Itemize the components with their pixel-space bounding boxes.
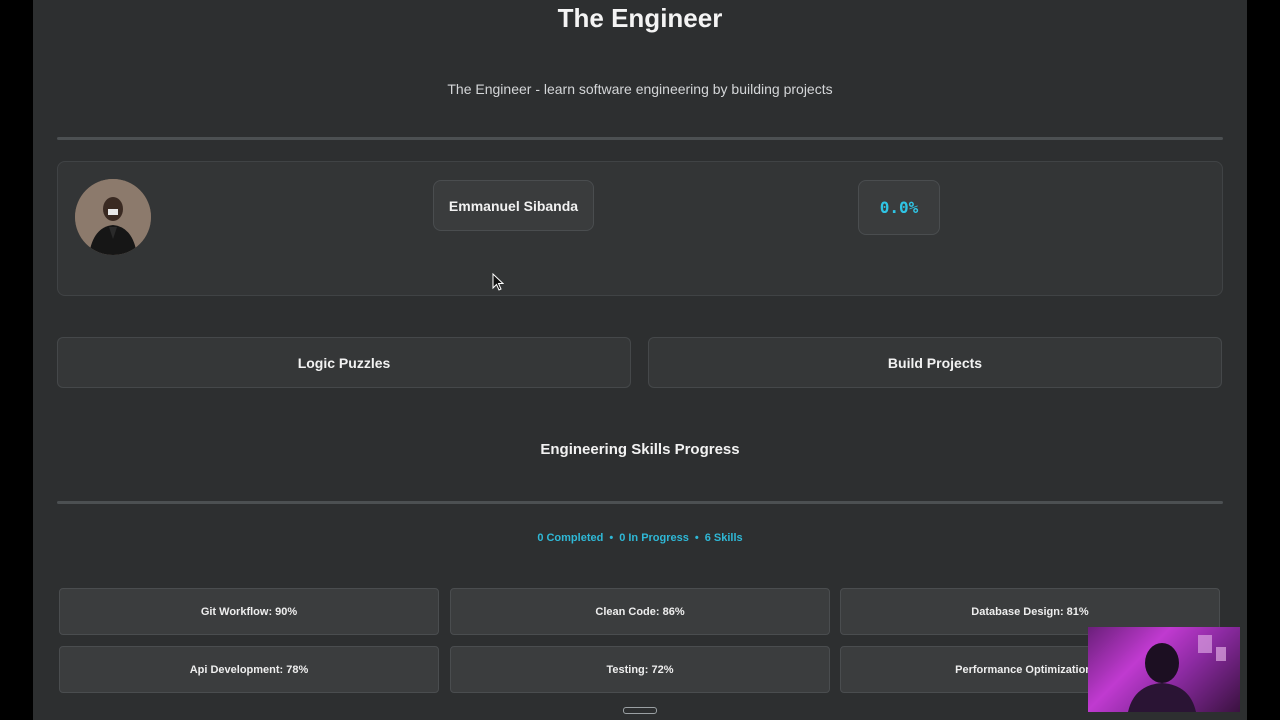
completed-count: 0 Completed: [537, 532, 604, 544]
avatar[interactable]: [75, 179, 151, 255]
skills-stats: 0 Completed • 0 In Progress • 6 Skills: [33, 532, 1247, 544]
skill-card-api-development[interactable]: Api Development: 78%: [59, 646, 439, 693]
skill-card-clean-code[interactable]: Clean Code: 86%: [450, 588, 830, 635]
scroll-handle[interactable]: [623, 707, 657, 714]
app-window: The Engineer The Engineer - learn softwa…: [33, 0, 1247, 720]
webcam-person-icon: [1128, 635, 1226, 712]
stats-separator: •: [694, 532, 699, 544]
skills-divider: [57, 501, 1223, 504]
logic-puzzles-button[interactable]: Logic Puzzles: [57, 337, 631, 388]
page-subtitle: The Engineer - learn software engineerin…: [447, 81, 833, 97]
user-name-badge: Emmanuel Sibanda: [433, 180, 594, 231]
profile-card: Emmanuel Sibanda 0.0%: [57, 161, 1223, 296]
header-divider: [57, 137, 1223, 140]
in-progress-count: 0 In Progress: [619, 532, 689, 544]
webcam-overlay: [1088, 627, 1240, 712]
skill-card-git-workflow[interactable]: Git Workflow: 90%: [59, 588, 439, 635]
avatar-portrait-icon: [75, 179, 151, 255]
skill-card-testing[interactable]: Testing: 72%: [450, 646, 830, 693]
skills-count: 6 Skills: [704, 532, 743, 544]
build-projects-button[interactable]: Build Projects: [648, 337, 1222, 388]
skills-section-title: Engineering Skills Progress: [540, 441, 740, 458]
stats-separator: •: [609, 532, 614, 544]
overall-progress-badge: 0.0%: [858, 180, 940, 235]
mouse-pointer-icon: [492, 273, 504, 291]
page-title: The Engineer: [557, 3, 723, 33]
